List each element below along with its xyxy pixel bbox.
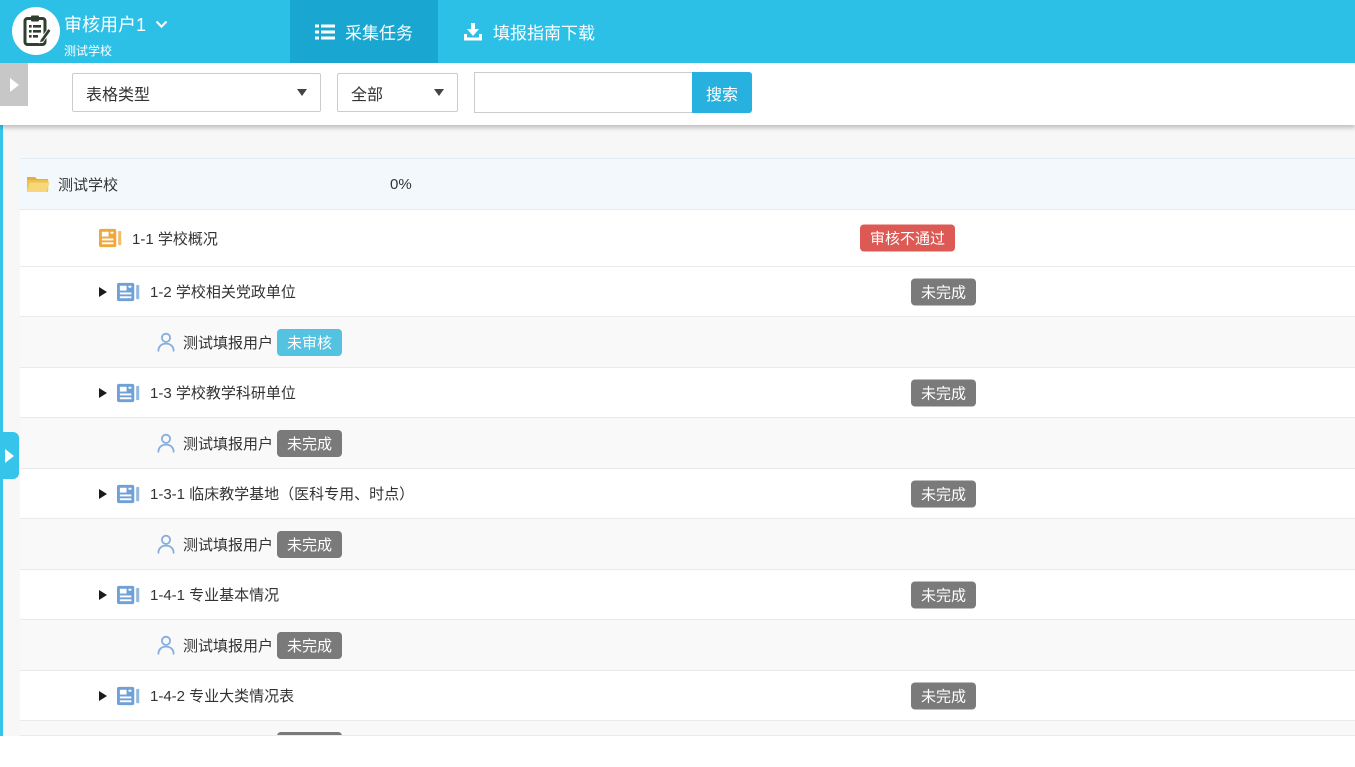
main-area: 测试学校 0% 1-1 学校概况 审核不通过 [0,125,1355,767]
user-label: 测试填报用户 [183,433,273,454]
user-school: 测试学校 [64,42,168,59]
avatar [12,7,60,55]
form-row[interactable]: 1-3 学校教学科研单位 未完成 [20,368,1355,418]
select-value: 表格类型 [86,81,150,105]
user-row[interactable]: 测试填报用户 未完成 [20,721,1355,736]
user-label: 测试填报用户 [183,534,273,555]
folder-icon [26,174,50,194]
collapse-handle-top[interactable] [0,63,28,106]
filter-bar: 表格类型 全部 搜索 [0,63,1355,125]
caret-down-icon [297,89,307,96]
chevron-down-icon [155,20,168,29]
form-icon [117,585,140,605]
form-label: 1-2 学校相关党政单位 [150,281,296,302]
form-label: 1-3-1 临床教学基地（医科专用、时点） [150,483,414,504]
download-icon [463,23,483,41]
root-progress: 0% [390,176,412,193]
user-label: 测试填报用户 [183,332,273,353]
tab-label: 填报指南下载 [493,19,595,44]
person-icon [155,432,177,454]
triangle-right-icon [5,449,14,463]
form-row[interactable]: 1-1 学校概况 审核不通过 [20,210,1355,267]
status-badge: 未审核 [277,329,342,356]
form-icon [117,282,140,302]
status-badge: 未完成 [277,430,342,457]
status-badge: 未完成 [911,480,976,507]
user-label: 测试填报用户 [183,635,273,656]
form-row[interactable]: 1-4-2 专业大类情况表 未完成 [20,671,1355,721]
table-type-select[interactable]: 表格类型 [72,73,321,112]
form-label: 1-3 学校教学科研单位 [150,382,296,403]
user-block: 审核用户1 测试学校 [64,11,168,59]
clipboard-pencil-icon [21,15,51,47]
expand-arrow-icon[interactable] [99,388,107,398]
app-header: 审核用户1 测试学校 采集任务 [0,0,1355,63]
tree-root-row[interactable]: 测试学校 0% [20,158,1355,210]
person-icon [155,634,177,656]
status-badge: 未完成 [911,581,976,608]
caret-down-icon [434,89,444,96]
user-name: 审核用户1 [64,11,146,37]
form-label: 1-4-2 专业大类情况表 [150,685,294,706]
user-row[interactable]: 测试填报用户 未审核 [20,317,1355,368]
form-icon [117,484,140,504]
form-label: 1-4-1 专业基本情况 [150,584,279,605]
user-menu[interactable]: 审核用户1 [64,11,168,37]
form-row[interactable]: 1-2 学校相关党政单位 未完成 [20,267,1355,317]
user-row[interactable]: 测试填报用户 未完成 [20,418,1355,469]
expand-arrow-icon[interactable] [99,590,107,600]
root-label: 测试学校 [58,174,118,195]
tab-collection-tasks[interactable]: 采集任务 [290,0,438,63]
scope-select[interactable]: 全部 [337,73,458,112]
tree-rows: 1-1 学校概况 审核不通过 1-2 学校相关党政单位 未完成 测试填报用户 未… [20,210,1355,736]
status-badge: 审核不通过 [860,225,955,252]
tab-guide-download[interactable]: 填报指南下载 [438,0,620,63]
status-badge: 未完成 [911,278,976,305]
panel-bottom-spacer [0,736,1355,767]
status-badge: 未完成 [911,682,976,709]
status-badge: 未完成 [911,379,976,406]
nav-tabs: 采集任务 填报指南下载 [290,0,620,63]
tab-label: 采集任务 [345,19,413,44]
form-label: 1-1 学校概况 [132,228,218,249]
list-icon [315,24,335,40]
sidebar-expand-handle[interactable] [0,432,19,479]
user-row[interactable]: 测试填报用户 未完成 [20,519,1355,570]
select-value: 全部 [351,81,383,105]
expand-arrow-icon[interactable] [99,489,107,499]
form-row[interactable]: 1-3-1 临床教学基地（医科专用、时点） 未完成 [20,469,1355,519]
form-icon [117,383,140,403]
person-icon [155,533,177,555]
form-icon [99,228,122,248]
task-tree-panel: 测试学校 0% 1-1 学校概况 审核不通过 [20,158,1355,736]
form-icon [117,686,140,706]
search-input[interactable] [474,72,692,113]
form-row[interactable]: 1-4-1 专业基本情况 未完成 [20,570,1355,620]
status-badge: 未完成 [277,732,342,736]
person-icon [155,331,177,353]
expand-arrow-icon[interactable] [99,287,107,297]
triangle-right-icon [10,78,19,92]
user-row[interactable]: 测试填报用户 未完成 [20,620,1355,671]
expand-arrow-icon[interactable] [99,691,107,701]
status-badge: 未完成 [277,632,342,659]
status-badge: 未完成 [277,531,342,558]
search-button[interactable]: 搜索 [692,72,752,113]
